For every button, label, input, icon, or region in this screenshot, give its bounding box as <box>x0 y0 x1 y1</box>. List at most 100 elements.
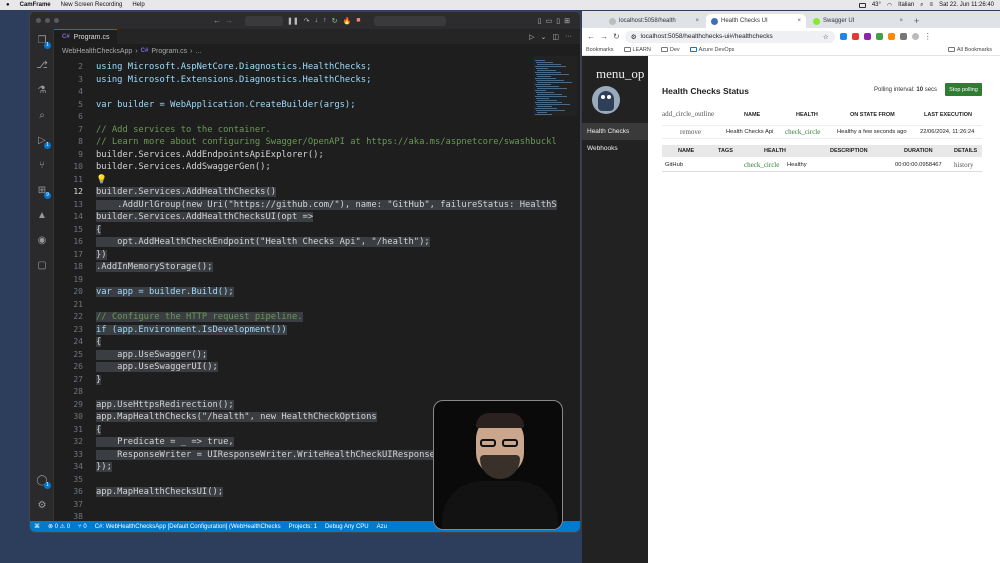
code-line[interactable]: 22 // Configure the HTTP request pipeline… <box>54 312 534 325</box>
menubar-app-name[interactable]: CamFrame <box>20 2 51 8</box>
add-circle-outline-icon[interactable]: add_circle_outline <box>662 110 714 118</box>
restart-icon[interactable]: ↻ <box>332 17 338 25</box>
hc-nav-webhooks[interactable]: Webhooks <box>582 140 648 157</box>
minimize-window-button[interactable] <box>45 18 50 23</box>
code-line[interactable]: 7 // Add services to the container. <box>54 125 534 138</box>
code-line[interactable]: 19 <box>54 275 534 288</box>
git-icon[interactable]: ⑂ <box>36 160 48 172</box>
close-window-button[interactable] <box>36 18 41 23</box>
browser-tab-health[interactable]: localhost:5058/health × <box>604 14 704 28</box>
extension-icon[interactable] <box>875 33 883 40</box>
explorer-icon[interactable]: ❐ 1 <box>36 35 51 49</box>
code-line[interactable]: 17}) <box>54 249 534 263</box>
close-tab-icon[interactable]: × <box>695 18 699 24</box>
toggle-secondary-icon[interactable]: ▯ <box>556 17 560 25</box>
bookmark-item[interactable]: Bookmarks <box>586 47 614 53</box>
pause-icon[interactable]: ❚❚ <box>287 17 299 25</box>
projects-count[interactable]: Projects: 1 <box>289 524 317 530</box>
table-row[interactable]: remove Health Checks Api check_circle He… <box>662 125 982 139</box>
code-line[interactable]: 14 builder.Services.AddHealthChecksUI(opt… <box>54 212 534 225</box>
wifi-icon[interactable]: ◠ <box>887 2 892 9</box>
command-center[interactable] <box>245 15 283 26</box>
webcam-overlay[interactable] <box>433 400 563 530</box>
problems-indicator[interactable]: ⊗ 0 ⚠ 0 <box>48 523 70 530</box>
code-line[interactable]: 26 app.UseSwaggerUI(); <box>54 362 534 375</box>
maximize-window-button[interactable] <box>54 18 59 23</box>
site-info-icon[interactable]: ⚙ <box>631 33 637 41</box>
code-line[interactable]: 3 using Microsoft.Extensions.Diagnostics.… <box>54 75 534 88</box>
project-indicator[interactable]: C#: WebHealthChecksApp [Default Configur… <box>95 524 281 530</box>
more-menu-icon[interactable]: ⋮ <box>924 32 932 41</box>
extension-icon[interactable] <box>863 33 871 40</box>
code-line[interactable]: 27} <box>54 374 534 388</box>
code-line[interactable]: 24 { <box>54 337 534 350</box>
input-source[interactable]: Italian <box>898 2 914 8</box>
code-line[interactable]: 12 builder.Services.AddHealthChecks() <box>54 187 534 200</box>
bookmark-folder-learn[interactable]: LEARN <box>623 47 651 53</box>
back-icon[interactable]: ← <box>587 32 595 41</box>
browser-tab-swagger[interactable]: Swagger UI × <box>808 14 908 28</box>
bookmark-azure-devops[interactable]: Azure DevOps <box>689 47 734 53</box>
manage-gear-icon[interactable]: ⚙ <box>36 500 48 512</box>
more-actions-icon[interactable]: ··· <box>565 33 572 40</box>
toggle-sidebar-icon[interactable]: ▯ <box>538 17 542 25</box>
apple-icon[interactable]: ● <box>6 2 10 8</box>
menubar-item-new-recording[interactable]: New Screen Recording <box>61 2 123 8</box>
nav-back-icon[interactable]: ← <box>213 16 221 25</box>
code-line[interactable]: 13 .AddUrlGroup(new Uri("https://github.… <box>54 199 557 213</box>
code-line[interactable]: 21 <box>54 300 534 313</box>
extension-icon[interactable] <box>887 33 895 40</box>
extension-icon[interactable] <box>839 33 847 40</box>
new-tab-icon[interactable]: + <box>910 16 923 28</box>
docker-icon[interactable]: ◉ <box>36 235 48 247</box>
tab-program-cs[interactable]: C# Program.cs <box>54 29 118 44</box>
forward-icon[interactable]: → <box>600 32 608 41</box>
breadcrumb-file[interactable]: Program.cs <box>151 48 187 55</box>
all-bookmarks[interactable]: All Bookmarks <box>947 47 992 53</box>
extensions-puzzle-icon[interactable] <box>899 33 907 40</box>
close-tab-icon[interactable]: × <box>797 18 801 24</box>
account-icon[interactable]: ◯ 1 <box>36 475 51 489</box>
chevron-down-icon[interactable]: ⌄ <box>541 33 547 41</box>
code-line[interactable]: 15 { <box>54 224 534 238</box>
stop-icon[interactable]: ■ <box>356 17 360 25</box>
browser-tab-healthchecks-ui[interactable]: Health Checks UI × <box>706 14 806 28</box>
code-line[interactable]: 18 .AddInMemoryStorage(); <box>54 262 534 275</box>
step-into-icon[interactable]: ↓ <box>315 17 319 25</box>
remote-indicator[interactable]: ⌘ <box>34 523 40 530</box>
address-bar[interactable]: ⚙ localhost:5058/healthchecks-ui#/health… <box>624 30 835 43</box>
profile-avatar[interactable] <box>911 33 919 40</box>
source-control-icon[interactable]: ⎇ <box>36 60 48 72</box>
search-icon[interactable]: ⌕ <box>36 110 48 122</box>
minimap[interactable] <box>533 56 577 116</box>
code-line[interactable]: 6 <box>54 112 534 125</box>
code-line[interactable]: 16 opt.AddHealthCheckEndpoint("Health Ch… <box>54 237 534 250</box>
code-line[interactable]: 25 app.UseSwagger(); <box>54 349 534 363</box>
testing-icon[interactable]: ⚗ <box>36 85 48 97</box>
hc-menu-icon[interactable]: menu_op <box>582 56 648 82</box>
remove-icon[interactable]: remove <box>680 128 701 136</box>
toggle-panel-icon[interactable]: ▭ <box>546 17 553 25</box>
weather-temp[interactable]: 43° <box>872 2 881 8</box>
step-out-icon[interactable]: ↑ <box>323 17 327 25</box>
build-config[interactable]: Debug Any CPU <box>325 524 369 530</box>
breadcrumb-symbol[interactable]: ... <box>195 48 201 55</box>
search-box[interactable] <box>374 15 447 26</box>
code-line[interactable]: 28 <box>54 387 534 400</box>
step-over-icon[interactable]: ↷ <box>304 17 310 25</box>
menubar-item-help[interactable]: Help <box>132 2 144 8</box>
control-center-icon[interactable]: ≡ <box>930 2 934 8</box>
search-icon[interactable]: ⌕ <box>920 2 923 9</box>
bookmark-star-icon[interactable]: ☆ <box>823 33 829 41</box>
run-icon[interactable]: ▷ <box>529 33 534 41</box>
extension-icon[interactable] <box>851 33 859 40</box>
history-icon[interactable]: history <box>954 161 973 169</box>
code-line[interactable]: 11 💡 <box>54 175 534 188</box>
reload-icon[interactable]: ↻ <box>613 32 620 41</box>
code-line[interactable]: 8 // Learn more about configuring Swagger… <box>54 137 557 150</box>
split-editor-icon[interactable]: ◫ <box>552 33 559 41</box>
ports-indicator[interactable]: ⑂ 0 <box>78 524 87 530</box>
nav-forward-icon[interactable]: → <box>225 16 233 25</box>
hot-reload-icon[interactable]: 🔥 <box>342 17 351 25</box>
code-line[interactable]: 23 if (app.Environment.IsDevelopment()) <box>54 324 534 338</box>
